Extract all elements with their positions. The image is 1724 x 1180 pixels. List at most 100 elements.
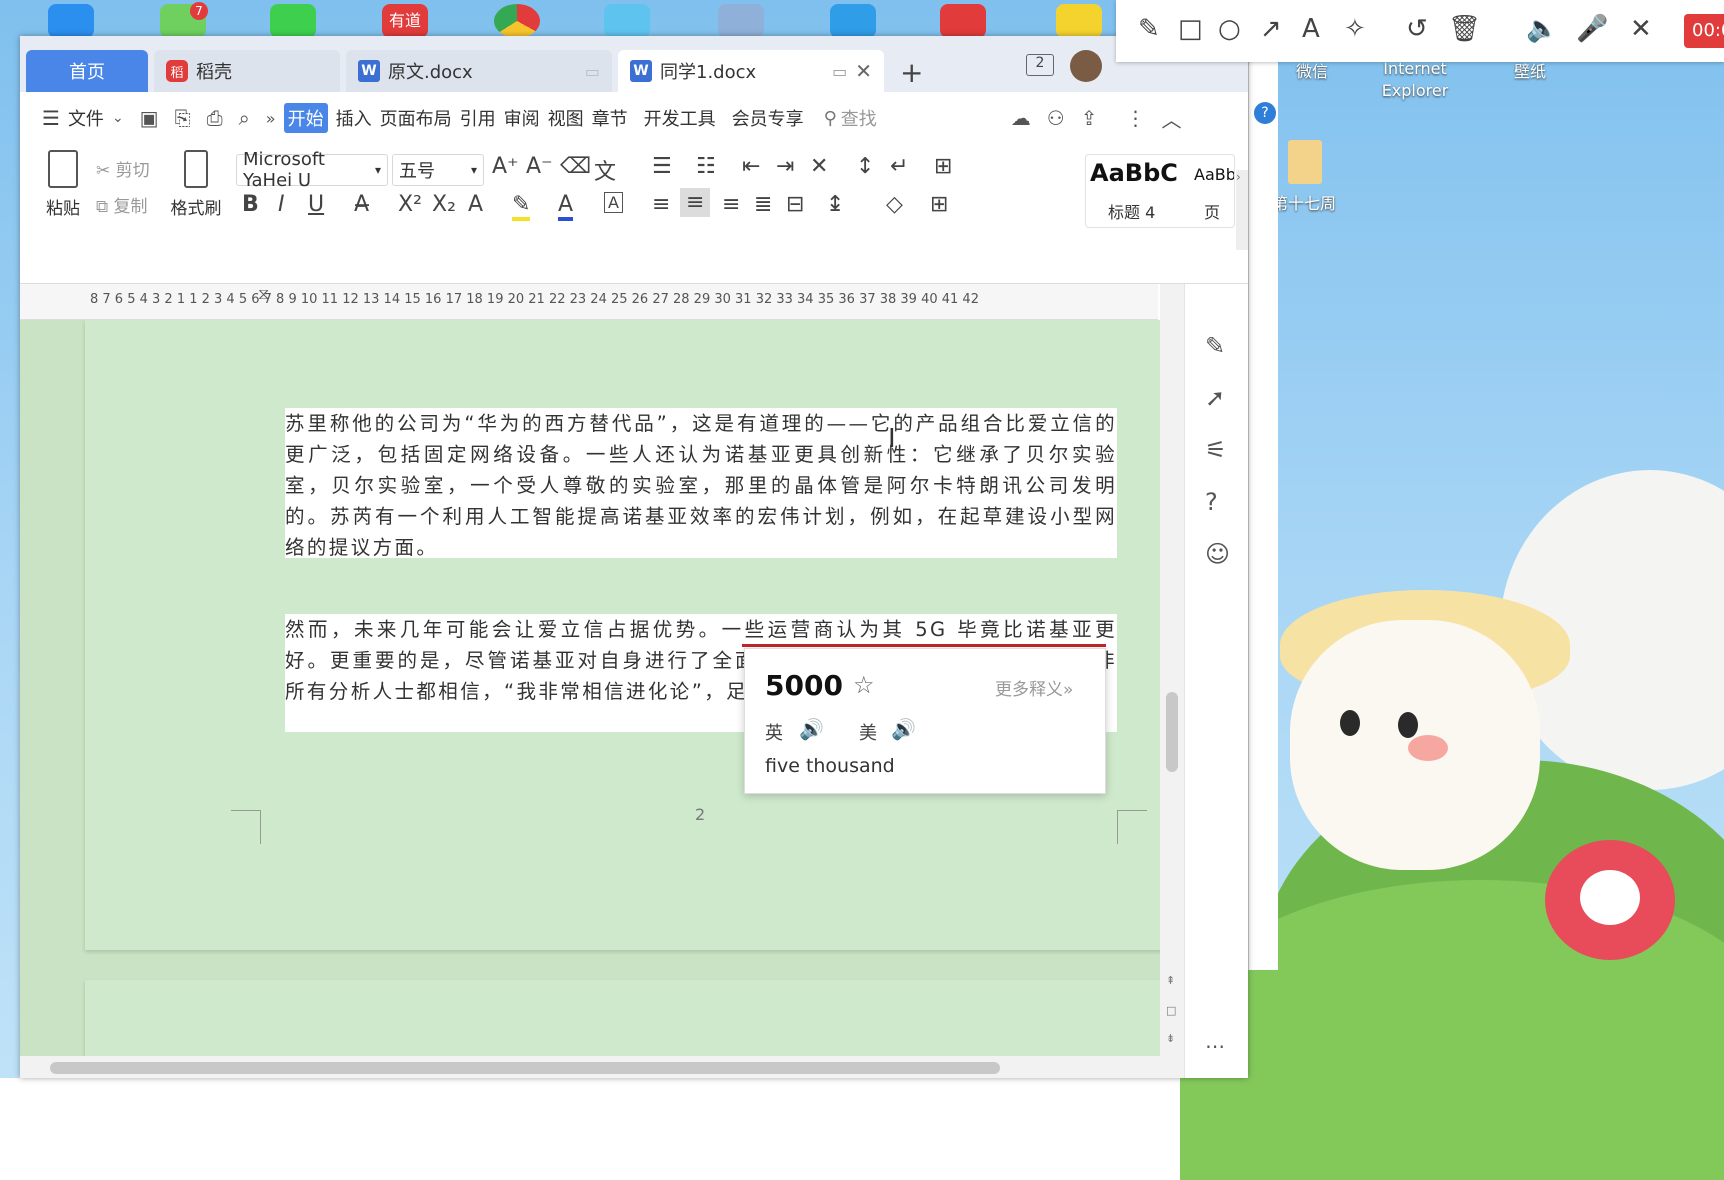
justify-icon[interactable]: ≣ (754, 192, 772, 217)
print-icon[interactable]: ⎙ (207, 106, 223, 130)
text-effect-icon[interactable]: A (468, 192, 483, 217)
collapse-ribbon-icon[interactable]: ︿ (1161, 104, 1181, 133)
select-browse-icon[interactable]: □ (1166, 1004, 1176, 1017)
line-spacing-icon[interactable]: ↨ (826, 192, 844, 217)
next-page-icon[interactable]: ⇟ (1166, 1032, 1175, 1045)
style-gallery[interactable]: AaBbC AaBb( 标题 4 页 (1085, 154, 1235, 228)
char-border-icon[interactable]: A (604, 192, 623, 213)
horizontal-ruler[interactable]: 8 7 6 5 4 3 2 1 1 2 3 4 5 6 7 8 9 10 11 … (20, 284, 1158, 320)
tab-document-active[interactable]: W 同学1.docx ▭ ✕ (618, 50, 884, 92)
sort-icon[interactable]: ↕ (856, 154, 874, 179)
pen-icon[interactable]: ✎ (1205, 332, 1225, 360)
cloud-sync-icon[interactable]: ☁ (1011, 106, 1031, 130)
numbered-list-icon[interactable]: ☷ (696, 154, 716, 179)
cursor-select-icon[interactable]: ➚ (1205, 384, 1225, 412)
circle-icon[interactable]: ○ (1218, 14, 1241, 44)
font-color-icon[interactable]: A (558, 192, 574, 221)
desktop-icon-label[interactable]: Internet Explorer (1370, 58, 1460, 102)
more-chevron-icon[interactable]: » (266, 109, 276, 128)
bold-icon[interactable]: B (242, 192, 259, 217)
desktop-app-icon[interactable] (1056, 4, 1102, 38)
chinese-layout-icon[interactable]: ✕ (810, 154, 828, 179)
print-preview-icon[interactable]: ⌕ (239, 106, 250, 130)
shrink-font-icon[interactable]: A⁻ (526, 154, 553, 179)
menu-reference[interactable]: 引用 (460, 105, 496, 131)
cut-button[interactable]: ✂ 剪切 (96, 156, 150, 181)
paragraph-1[interactable]: 苏里称他的公司为“华为的西方替代品”，这是有道理的——它的产品组合比爱立信的更广… (285, 408, 1117, 559)
line-break-icon[interactable]: ↵ (890, 154, 908, 179)
magic-wand-icon[interactable]: ✧ (1344, 14, 1366, 44)
tab-ruler-icon[interactable]: ⊞ (934, 154, 952, 179)
phonetic-icon[interactable]: 文 (594, 154, 616, 186)
settings-sliders-icon[interactable]: ⚟ (1205, 436, 1227, 464)
save-icon[interactable]: ▣ (140, 106, 159, 130)
increase-indent-icon[interactable]: ⇥ (776, 154, 794, 179)
new-tab-icon[interactable]: + (900, 56, 923, 89)
style-expand-arrow[interactable]: › (1236, 170, 1248, 250)
share-user-icon[interactable]: ⚇ (1047, 106, 1065, 130)
wps-icon[interactable] (940, 4, 986, 38)
trash-icon[interactable]: 🗑 (1448, 14, 1481, 44)
search-icon[interactable]: ⚲ (824, 108, 837, 129)
bullet-list-icon[interactable]: ☰ (652, 154, 672, 179)
menu-review[interactable]: 审阅 (504, 105, 540, 131)
grow-font-icon[interactable]: A⁺ (492, 154, 519, 179)
shading-icon[interactable]: ◇ (886, 192, 903, 217)
prev-page-icon[interactable]: ⇞ (1166, 974, 1175, 987)
vertical-scrollbar[interactable]: ⇞ □ ⇟ (1160, 284, 1184, 1078)
share-icon[interactable]: ⇪ (1081, 106, 1098, 130)
menu-file[interactable]: 文件 (68, 105, 104, 131)
decrease-indent-icon[interactable]: ⇤ (742, 154, 760, 179)
more-vertical-icon[interactable]: ⋮ (1125, 106, 1145, 130)
copy-button[interactable]: ⧉ 复制 (96, 192, 148, 217)
subscript-icon[interactable]: X₂ (432, 192, 456, 217)
clear-format-icon[interactable]: ⌫ (560, 154, 591, 179)
iqiyi-icon[interactable] (270, 4, 316, 38)
highlight-icon[interactable]: ✎ (512, 192, 531, 221)
help-circle-icon[interactable]: ? (1205, 488, 1218, 516)
hscroll-thumb[interactable] (50, 1062, 1000, 1074)
dict-more-link[interactable]: 更多释义» (995, 675, 1073, 700)
format-painter-button[interactable]: 格式刷 (166, 150, 226, 219)
close-icon[interactable]: ✕ (1630, 14, 1652, 44)
undo-icon[interactable]: ↺ (1406, 14, 1428, 44)
desktop-app-icon[interactable] (604, 4, 650, 38)
menu-start[interactable]: 开始 (283, 103, 328, 133)
star-icon[interactable]: ☆ (853, 671, 875, 699)
horizontal-scrollbar[interactable] (20, 1056, 1160, 1078)
rectangle-icon[interactable]: □ (1178, 14, 1203, 44)
tab-document-original[interactable]: W 原文.docx ▭ (346, 50, 612, 92)
text-icon[interactable]: A (1302, 14, 1320, 44)
menu-member[interactable]: 会员专享 (732, 105, 804, 131)
hamburger-icon[interactable]: ☰ (42, 106, 60, 130)
arrow-icon[interactable]: ↗ (1260, 14, 1282, 44)
desktop-app-icon[interactable] (830, 4, 876, 38)
speaker-us-icon[interactable]: 🔊 (891, 717, 916, 741)
desktop-app-icon[interactable] (718, 4, 764, 38)
borders-icon[interactable]: ⊞ (930, 192, 948, 217)
desktop-pin-icon[interactable]: ▭ (585, 62, 600, 81)
tab-daoke[interactable]: 稻稻壳 (154, 50, 340, 92)
youdao-icon[interactable]: 有道 (382, 4, 428, 38)
font-name-select[interactable]: Microsoft YaHei U ▾ (236, 149, 388, 191)
export-icon[interactable]: ⎘ (175, 106, 191, 130)
speaker-icon[interactable]: 🔈 (1526, 14, 1558, 44)
strikethrough-icon[interactable]: A̶ (354, 192, 369, 217)
user-avatar[interactable] (1070, 50, 1102, 82)
menu-layout[interactable]: 页面布局 (380, 105, 452, 131)
font-size-select[interactable]: 五号 ▾ (392, 154, 484, 186)
speaker-uk-icon[interactable]: 🔊 (799, 717, 824, 741)
desktop-app-icon[interactable] (48, 4, 94, 38)
window-count-badge[interactable]: 2 (1026, 54, 1054, 76)
menu-insert[interactable]: 插入 (336, 105, 372, 131)
paste-button[interactable]: 粘贴 (38, 150, 88, 219)
superscript-icon[interactable]: X² (398, 192, 422, 217)
underline-icon[interactable]: U (308, 192, 324, 217)
menu-chapter[interactable]: 章节 (592, 105, 628, 131)
align-right-icon[interactable]: ≡ (722, 192, 740, 217)
more-dots-icon[interactable]: ⋯ (1205, 1034, 1225, 1058)
pencil-icon[interactable]: ✎ (1138, 14, 1160, 44)
chevron-down-icon[interactable]: ⌄ (112, 110, 124, 126)
align-center-icon[interactable]: ≡ (680, 188, 711, 217)
search-input[interactable]: 查找 (841, 105, 991, 131)
